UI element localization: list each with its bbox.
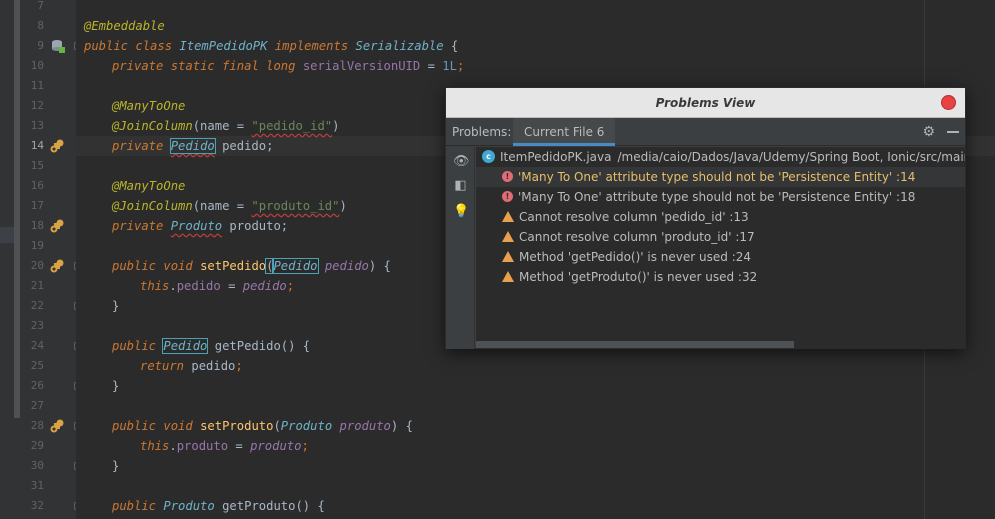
line-number: 12 xyxy=(30,99,44,112)
problem-item[interactable]: Method 'getProduto()' is never used :32 xyxy=(476,267,965,287)
problem-message: 'Many To One' attribute type should not … xyxy=(518,190,916,204)
line-number: 31 xyxy=(30,479,44,492)
close-icon[interactable] xyxy=(941,95,956,110)
code-line-16: @ManyToOne xyxy=(112,179,186,193)
problem-message: Cannot resolve column 'produto_id' :17 xyxy=(519,230,755,244)
line-number: 27 xyxy=(30,399,44,412)
line-number: 10 xyxy=(30,59,44,72)
code-line-30: } xyxy=(112,459,120,473)
code-line-24: public Pedido getPedido() { xyxy=(112,338,311,354)
line-number: 7 xyxy=(37,0,44,12)
line-number: 26 xyxy=(30,379,44,392)
code-line-21: this.pedido = pedido; xyxy=(140,279,295,293)
code-line-8: @Embeddable xyxy=(84,19,165,33)
code-line-32: public Produto getProduto() { xyxy=(112,499,325,513)
tab-current-file[interactable]: Current File 6 xyxy=(513,118,616,146)
line-gutter: 7 8 9 10 11 12 13 14 15 16 17 18 19 20 2… xyxy=(22,0,104,519)
vertical-scrollbar[interactable] xyxy=(14,0,20,418)
problem-message: Method 'getPedido()' is never used :24 xyxy=(519,250,752,264)
line-number: 32 xyxy=(30,499,44,512)
code-line-20: public void setPedido(Pedido pedido) { xyxy=(112,258,391,274)
window-title: Problems View xyxy=(655,96,756,110)
problems-tab-bar: Problems: Current File 6 ⚙ xyxy=(446,118,965,146)
code-line-10: private static final long serialVersionU… xyxy=(112,59,465,73)
layout-icon[interactable]: ◧ xyxy=(453,178,468,193)
file-path: /media/caio/Dados/Java/Udemy/Spring Boot… xyxy=(617,150,965,164)
horizontal-scrollbar[interactable] xyxy=(476,341,794,348)
code-line-14: private Pedido pedido; xyxy=(112,138,274,154)
problems-view-titlebar[interactable]: Problems View xyxy=(446,88,965,118)
line-number: 23 xyxy=(30,319,44,332)
line-number: 18 xyxy=(30,219,44,232)
line-number: 14 xyxy=(30,139,44,152)
code-line-22: } xyxy=(112,299,120,313)
line-number: 11 xyxy=(30,79,44,92)
scroll-marker xyxy=(0,227,14,243)
code-line-9: public class ItemPedidoPK implements Ser… xyxy=(84,39,459,53)
problem-message: 'Many To One' attribute type should not … xyxy=(518,170,916,184)
java-class-icon: c xyxy=(482,150,495,163)
warning-icon xyxy=(502,231,514,242)
line-number: 21 xyxy=(30,279,44,292)
problems-side-toolbar: 👁 ◧ 💡 xyxy=(446,147,475,349)
code-line-25: return pedido; xyxy=(140,359,243,373)
line-number: 29 xyxy=(30,439,44,452)
left-tool-strip xyxy=(0,0,22,519)
bulb-icon[interactable]: 💡 xyxy=(453,204,469,219)
override-icon[interactable] xyxy=(50,419,64,433)
code-line-17: @JoinColumn(name = "produto_id") xyxy=(112,199,347,213)
override-icon[interactable] xyxy=(50,259,64,273)
line-number: 22 xyxy=(30,299,44,312)
override-icon[interactable] xyxy=(50,219,64,233)
problem-message: Method 'getProduto()' is never used :32 xyxy=(519,270,758,284)
warning-icon xyxy=(502,271,514,282)
line-number: 30 xyxy=(30,459,44,472)
code-line-13: @JoinColumn(name = "pedido_id") xyxy=(112,119,340,133)
problems-label: Problems: xyxy=(452,125,512,139)
line-number: 15 xyxy=(30,159,44,172)
override-icon[interactable] xyxy=(50,139,64,153)
line-number: 20 xyxy=(30,259,44,272)
problem-item[interactable]: ! 'Many To One' attribute type should not… xyxy=(476,187,965,207)
problem-item[interactable]: Method 'getPedido()' is never used :24 xyxy=(476,247,965,267)
line-number: 9 xyxy=(37,39,44,52)
line-number: 17 xyxy=(30,199,44,212)
code-line-28: public void setProduto(Produto produto) … xyxy=(112,419,413,433)
problem-item[interactable]: Cannot resolve column 'pedido_id' :13 xyxy=(476,207,965,227)
warning-icon xyxy=(502,211,514,222)
problems-tree[interactable]: c ItemPedidoPK.java/media/caio/Dados/Java… xyxy=(476,147,965,349)
problem-item[interactable]: Cannot resolve column 'produto_id' :17 xyxy=(476,227,965,247)
database-icon[interactable] xyxy=(51,39,65,53)
line-number: 28 xyxy=(30,419,44,432)
line-number: 16 xyxy=(30,179,44,192)
warning-icon xyxy=(502,251,514,262)
problem-message: Cannot resolve column 'pedido_id' :13 xyxy=(519,210,749,224)
code-line-18: private Produto produto; xyxy=(112,219,289,233)
problems-view-window[interactable]: Problems View Problems: Current File 6 ⚙… xyxy=(445,87,966,349)
line-number: 25 xyxy=(30,359,44,372)
code-line-29: this.produto = produto; xyxy=(140,439,309,453)
problem-item[interactable]: ! 'Many To One' attribute type should not… xyxy=(476,167,965,187)
minimize-icon[interactable] xyxy=(947,123,959,137)
line-number: 24 xyxy=(30,339,44,352)
error-icon: ! xyxy=(502,171,513,182)
file-name: ItemPedidoPK.java xyxy=(500,150,612,164)
eye-icon[interactable]: 👁 xyxy=(453,154,470,169)
line-number: 8 xyxy=(37,19,44,32)
line-number: 13 xyxy=(30,119,44,132)
gear-icon[interactable]: ⚙ xyxy=(922,124,935,140)
error-icon: ! xyxy=(502,191,513,202)
code-line-26: } xyxy=(112,379,120,393)
file-node[interactable]: c ItemPedidoPK.java/media/caio/Dados/Java… xyxy=(476,147,965,167)
code-line-12: @ManyToOne xyxy=(112,99,186,113)
line-number: 19 xyxy=(30,239,44,252)
